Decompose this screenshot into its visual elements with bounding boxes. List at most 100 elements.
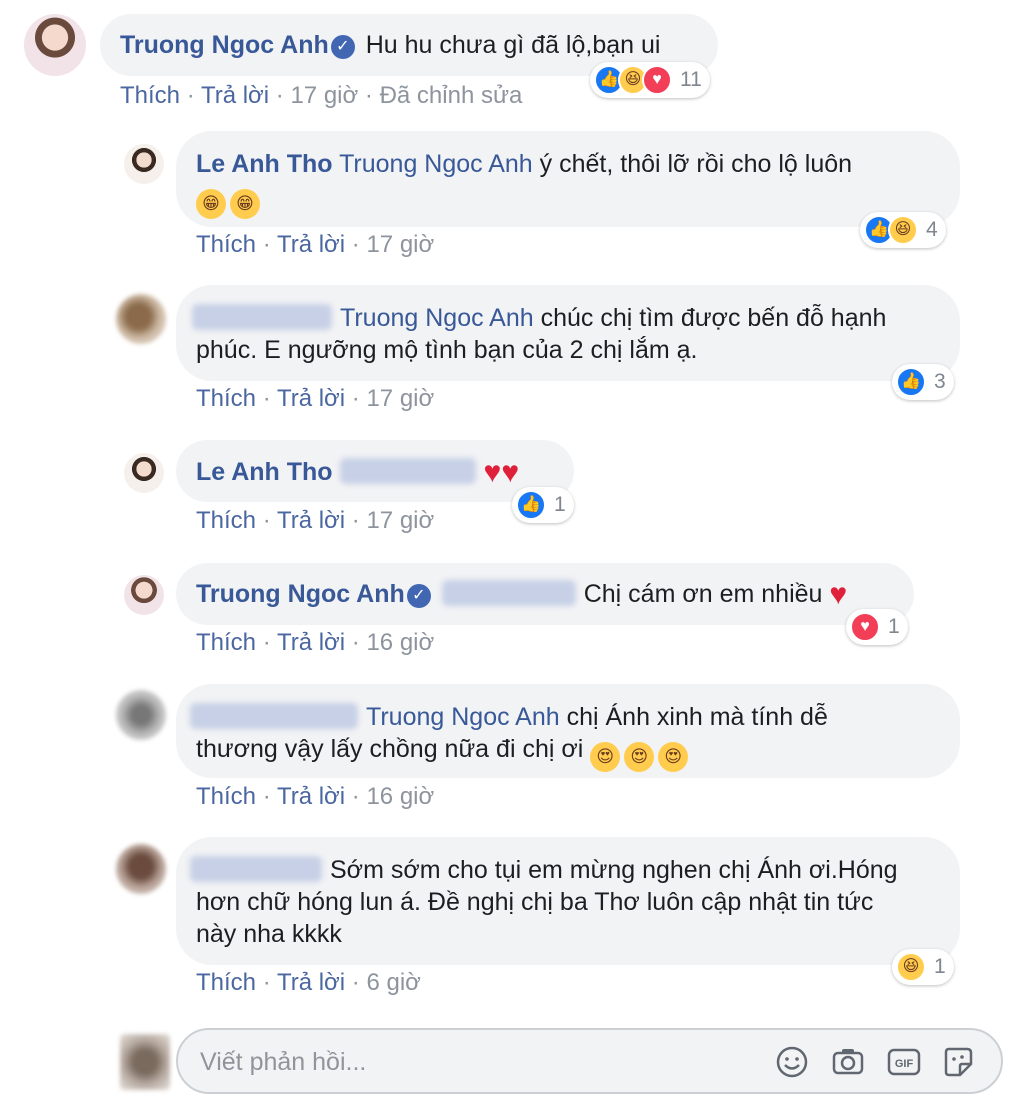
- avatar[interactable]: [124, 575, 164, 615]
- heart-eyes-emoji-icon: 😍: [590, 742, 621, 772]
- comment-actions: Thích · Trả lời · 17 giờ: [196, 507, 435, 534]
- comment-actions: Thích · Trả lời · 17 giờ: [196, 385, 435, 412]
- comment-body: chị Ánh xinh mà tính dễ: [566, 703, 828, 731]
- hidden-mention[interactable]: [339, 458, 476, 484]
- emoji-icon[interactable]: [774, 1044, 810, 1080]
- comment-text: Le Anh Tho Truong Ngoc Anh ý chết, thôi …: [196, 148, 852, 180]
- like-reaction-icon: 👍: [516, 490, 546, 520]
- like-link[interactable]: Thích: [196, 507, 256, 534]
- reaction-count: 11: [680, 68, 702, 91]
- avatar[interactable]: [116, 690, 166, 740]
- reaction-summary[interactable]: 😆 1: [892, 949, 954, 985]
- comment-body: Sớm sớm cho tụi em mừng nghen chị Ánh ơi…: [330, 856, 898, 884]
- comment-time[interactable]: 16 giờ: [366, 629, 434, 656]
- haha-reaction-icon: 😆: [888, 215, 918, 245]
- avatar[interactable]: [24, 14, 86, 76]
- comment-body: chúc chị tìm được bến đỗ hạnh: [540, 304, 887, 332]
- comment-time[interactable]: 17 giờ: [366, 385, 434, 412]
- like-reaction-icon: 👍: [896, 367, 926, 397]
- mention-link[interactable]: Truong Ngoc Anh: [340, 304, 534, 332]
- comment-author[interactable]: Truong Ngoc Anh: [120, 31, 329, 59]
- heart-emoji-icon: ♥: [829, 578, 848, 611]
- reaction-summary[interactable]: 👍 😆 ♥ 11: [590, 62, 710, 98]
- avatar[interactable]: [116, 844, 166, 894]
- reaction-summary[interactable]: 👍 1: [512, 487, 574, 523]
- reply-link[interactable]: Trả lời: [277, 385, 345, 412]
- svg-text:GIF: GIF: [895, 1058, 914, 1070]
- comment-author[interactable]: Truong Ngoc Anh: [196, 580, 405, 608]
- hidden-author-name[interactable]: [190, 703, 358, 729]
- comment-body: Chị cám ơn em nhiều: [583, 580, 823, 608]
- hidden-author-name[interactable]: [190, 856, 322, 882]
- comment-text-line: này nha kkkk: [196, 920, 342, 948]
- comment-text-line: hơn chữ hóng lun á. Đề nghị chị ba Thơ l…: [196, 888, 874, 916]
- comment-actions: Thích · Trả lời · 17 giờ · Đã chỉnh sửa: [120, 82, 523, 109]
- comment-time[interactable]: 17 giờ: [366, 231, 434, 258]
- reply-link[interactable]: Trả lời: [277, 969, 345, 996]
- comment-author[interactable]: Le Anh Tho: [196, 150, 333, 178]
- reaction-summary[interactable]: 👍 3: [892, 364, 954, 400]
- like-link[interactable]: Thích: [196, 385, 256, 412]
- hidden-author-name[interactable]: [192, 304, 332, 330]
- comment-text: Sớm sớm cho tụi em mừng nghen chị Ánh ơi…: [190, 854, 898, 886]
- comment-author[interactable]: Le Anh Tho: [196, 458, 333, 486]
- reply-link[interactable]: Trả lời: [277, 507, 345, 534]
- reaction-count: 1: [888, 615, 900, 638]
- reply-link[interactable]: Trả lời: [277, 231, 345, 258]
- verified-icon: ✓: [406, 584, 431, 608]
- reaction-count: 4: [926, 218, 938, 241]
- comment-emojis: 😁 😁: [196, 180, 264, 219]
- comment-body: ý chết, thôi lỡ rồi cho lộ luôn: [539, 150, 853, 178]
- haha-reaction-icon: 😆: [896, 952, 926, 982]
- current-user-avatar: [120, 1034, 170, 1090]
- reply-link[interactable]: Trả lời: [277, 629, 345, 656]
- reply-link[interactable]: Trả lời: [277, 783, 345, 810]
- heart-emoji-icon: ♥: [501, 456, 520, 489]
- like-link[interactable]: Thích: [120, 82, 180, 109]
- comment-actions: Thích · Trả lời · 16 giờ: [196, 783, 435, 810]
- sticker-icon[interactable]: [940, 1044, 976, 1080]
- comment-text: Truong Ngoc Anh chị Ánh xinh mà tính dễ: [190, 701, 828, 733]
- reaction-count: 1: [934, 955, 946, 978]
- comment-time[interactable]: 16 giờ: [366, 783, 434, 810]
- avatar[interactable]: [124, 453, 164, 493]
- like-link[interactable]: Thích: [196, 783, 256, 810]
- comment-time[interactable]: 17 giờ: [290, 82, 358, 109]
- comment-text: Truong Ngoc Anh ✓ Chị cám ơn em nhiều ♥: [196, 578, 847, 611]
- comment-text-line: thương vậy lấy chồng nữa đi chị ơi 😍 😍 😍: [196, 733, 692, 772]
- reply-link[interactable]: Trả lời: [201, 82, 269, 109]
- reply-input[interactable]: [200, 1044, 760, 1080]
- heart-eyes-emoji-icon: 😍: [658, 742, 689, 772]
- like-link[interactable]: Thích: [196, 231, 256, 258]
- like-link[interactable]: Thích: [196, 969, 256, 996]
- gif-icon[interactable]: GIF: [886, 1044, 922, 1080]
- comment-actions: Thích · Trả lời · 16 giờ: [196, 629, 435, 656]
- reply-composer: GIF: [176, 1028, 1003, 1094]
- comment-text: Le Anh Tho ♥♥: [196, 456, 519, 489]
- hidden-mention[interactable]: [441, 580, 576, 606]
- grin-emoji-icon: 😁: [196, 189, 226, 219]
- like-link[interactable]: Thích: [196, 629, 256, 656]
- comment-actions: Thích · Trả lời · 17 giờ: [196, 231, 435, 258]
- comment-time[interactable]: 17 giờ: [366, 507, 434, 534]
- reaction-summary[interactable]: 👍 😆 4: [860, 212, 946, 248]
- mention-link[interactable]: Truong Ngoc Anh: [366, 703, 560, 731]
- edited-label[interactable]: Đã chỉnh sửa: [380, 82, 523, 109]
- comment-actions: Thích · Trả lời · 6 giờ: [196, 969, 421, 996]
- love-reaction-icon: ♥: [850, 612, 880, 642]
- reaction-count: 3: [934, 370, 946, 393]
- comment-body: thương vậy lấy chồng nữa đi chị ơi: [196, 735, 584, 763]
- avatar[interactable]: [124, 144, 164, 184]
- reaction-count: 1: [554, 493, 566, 516]
- heart-emoji-icon: ♥: [483, 456, 502, 489]
- comment-body: Hu hu chưa gì đã lộ,bạn ui: [365, 31, 661, 59]
- comment-text-line: phúc. E ngưỡng mộ tình bạn của 2 chị lắm…: [196, 336, 698, 364]
- comment-text: Truong Ngoc Anh ✓ Hu hu chưa gì đã lộ,bạn…: [120, 29, 660, 61]
- camera-icon[interactable]: [830, 1044, 866, 1080]
- comment-time[interactable]: 6 giờ: [366, 969, 420, 996]
- mention-link[interactable]: Truong Ngoc Anh: [339, 150, 533, 178]
- love-reaction-icon: ♥: [642, 65, 672, 95]
- reaction-summary[interactable]: ♥ 1: [846, 609, 908, 645]
- comment-text: Truong Ngoc Anh chúc chị tìm được bến đỗ…: [192, 302, 886, 334]
- avatar[interactable]: [116, 294, 166, 344]
